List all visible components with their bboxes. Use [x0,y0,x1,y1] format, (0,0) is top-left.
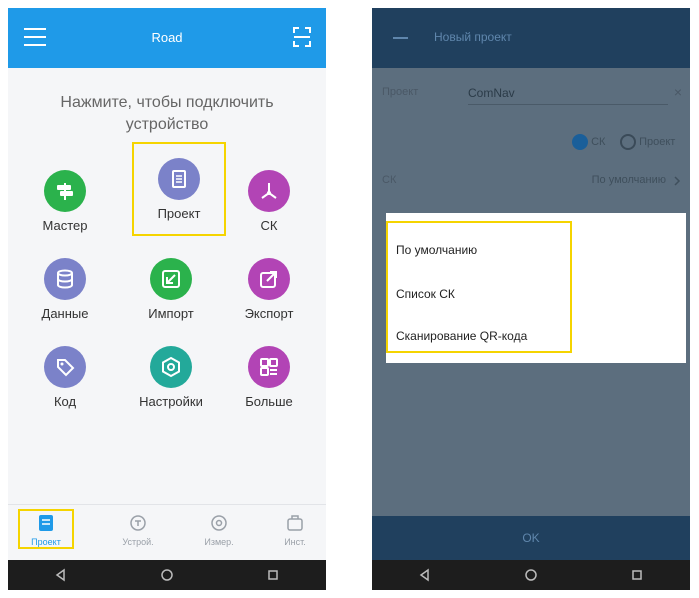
chevron-right-icon [674,176,681,186]
back-icon[interactable] [418,568,432,582]
radio-unselected-icon [620,134,636,150]
grid-item-coordinate-system[interactable]: СК [224,156,314,246]
tag-icon [44,346,86,388]
bottom-navigation: Проект Устрой. Измер. Инст. [8,504,326,561]
grid-item-data[interactable]: Данные [20,244,110,334]
grid-item-more[interactable]: Больше [224,332,314,422]
nav-tab-tools[interactable]: Инст. [266,511,324,547]
nav-tab-device[interactable]: Устрой. [103,511,173,547]
grid-item-label: Проект [157,206,201,221]
back-arrow-icon[interactable] [390,30,410,46]
grid-item-code[interactable]: Код [20,332,110,422]
project-icon [158,158,200,200]
project-name-row: Проект ComNav × [372,70,690,116]
coordinate-system-row[interactable]: СК По умолчанию [372,158,690,204]
grid-item-label: Код [53,394,77,409]
more-icon [248,346,290,388]
clear-input-icon[interactable]: × [674,84,682,100]
radio-cs-label: СК [591,135,606,148]
home-icon[interactable] [160,568,174,582]
project-icon [39,515,53,531]
system-navigation-bar [372,560,690,590]
back-icon[interactable] [54,568,68,582]
option-cs-list[interactable]: Список СК [396,287,455,301]
database-icon [44,258,86,300]
grid-item-label: Больше [245,394,293,409]
recents-icon[interactable] [266,568,280,582]
grid-item-label: Импорт [148,306,194,321]
new-project-screen: Новый проект Проект ComNav × СК Проект С… [372,8,690,590]
coordinate-system-icon [248,170,290,212]
grid-item-label: Мастер [42,218,88,233]
export-icon [248,258,290,300]
radio-selected-icon [572,134,588,150]
cs-source-dialog: По умолчанию Список СК Сканирование QR-к… [386,213,686,363]
project-home-screen: Road Нажмите, чтобы подключить устройств… [8,8,326,590]
nav-tab-label: Проект [31,537,61,547]
scan-icon[interactable] [292,26,312,48]
project-name-input[interactable]: ComNav [468,82,668,105]
grid-item-project[interactable]: Проект [132,142,226,236]
option-scan-qr[interactable]: Сканирование QR-кода [396,329,527,343]
option-default[interactable]: По умолчанию [396,243,477,257]
grid-item-wizard[interactable]: Мастер [20,156,110,246]
radio-project[interactable]: Проект [620,134,675,150]
grid-item-label: Данные [41,306,89,321]
radio-project-label: Проект [639,135,676,148]
app-title: Road [151,30,183,45]
connect-device-prompt[interactable]: Нажмите, чтобы подключить устройство [8,92,326,136]
grid-item-import[interactable]: Импорт [126,244,216,334]
nav-tab-label: Инст. [284,537,306,547]
grid-item-settings[interactable]: Настройки [126,332,216,422]
settings-icon [150,346,192,388]
grid-item-export[interactable]: Экспорт [224,244,314,334]
grid-item-label: Экспорт [244,306,294,321]
cs-field-label: СК [382,174,397,186]
nav-tab-label: Устрой. [122,537,154,547]
dialog-options-highlight: По умолчанию Список СК Сканирование QR-к… [386,221,572,353]
system-navigation-bar [8,560,326,590]
ok-button[interactable]: OK [372,516,690,560]
nav-tab-project[interactable]: Проект [18,509,74,549]
cs-field-value: По умолчанию [591,174,666,186]
nav-tab-survey[interactable]: Измер. [184,511,254,547]
grid-item-label: Настройки [139,394,203,409]
grid-item-label: СК [260,218,278,233]
radio-cs[interactable]: СК [572,134,605,150]
app-header: Новый проект [372,8,690,68]
home-icon[interactable] [524,568,538,582]
tools-icon [287,515,303,531]
app-header: Road [8,8,326,68]
signpost-icon [44,170,86,212]
screen-title: Новый проект [434,30,512,44]
recents-icon[interactable] [630,568,644,582]
project-name-label: Проект [382,86,419,98]
survey-icon [211,515,227,531]
device-icon [130,515,146,531]
nav-tab-label: Измер. [204,537,234,547]
import-icon [150,258,192,300]
